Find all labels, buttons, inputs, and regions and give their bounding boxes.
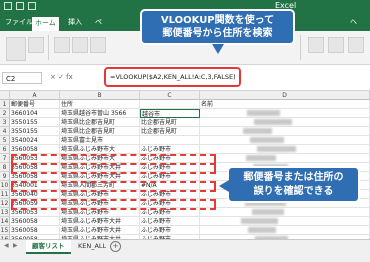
fx-icon[interactable]: × ✓ fx (50, 73, 73, 81)
callout-line: 郵便番号または住所の (243, 172, 344, 183)
cell-address[interactable]: 埼玉県ふじみ野市大井 (60, 217, 140, 226)
callout-line: 郵便番号から住所を検索 (162, 28, 273, 39)
cell-name[interactable] (200, 109, 370, 118)
error-highlight-row-6 (11, 163, 216, 174)
row-header[interactable]: 3 (0, 118, 10, 127)
cell-address[interactable]: 埼玉県ふじみ野市大井 (60, 226, 140, 235)
cell-lookup-result[interactable]: 比企郡吉見町 (140, 127, 200, 136)
column-title[interactable] (140, 100, 200, 109)
redacted-name (254, 119, 292, 125)
cell-name[interactable] (200, 127, 370, 136)
sort-icon[interactable] (308, 37, 324, 53)
find-icon[interactable] (328, 37, 344, 53)
redacted-name (243, 128, 272, 134)
sheet-tab-ken-all[interactable]: KEN_ALL (72, 240, 112, 252)
tab-insert[interactable]: 挿入 (68, 16, 82, 28)
redacted-name (257, 146, 296, 152)
cell-postal-code[interactable]: 3660104 (10, 109, 60, 118)
add-sheet-icon[interactable]: + (110, 241, 121, 252)
redacted-name (246, 155, 276, 161)
cell-name[interactable] (200, 217, 370, 226)
column-header-b[interactable]: B (60, 91, 140, 100)
cell-name[interactable] (200, 208, 370, 217)
column-header-c[interactable]: C (140, 91, 200, 100)
row-header[interactable]: 4 (0, 127, 10, 136)
redacted-name (247, 110, 280, 116)
redacted-name (248, 227, 276, 233)
cut-icon[interactable] (28, 37, 44, 53)
cell-address[interactable]: 埼玉県ふじみ野市大 (60, 145, 140, 154)
bold-icon[interactable] (54, 37, 70, 53)
callout-check: 郵便番号または住所の 誤りを確認できる (219, 166, 360, 203)
cell-name[interactable] (200, 154, 370, 163)
callout-line: VLOOKUP関数を使って (160, 15, 275, 26)
cell-address[interactable]: 埼玉県比企郡吉見町 (60, 118, 140, 127)
cell-lookup-result[interactable]: 比企郡吉見町 (140, 118, 200, 127)
cell-name[interactable] (200, 145, 370, 154)
row-header[interactable]: 8 (0, 163, 10, 172)
row-header[interactable]: 13 (0, 208, 10, 217)
undo-icon[interactable] (16, 2, 24, 10)
error-highlight-row-8 (11, 181, 216, 192)
cell-lookup-result[interactable]: ふじみ野市 (140, 145, 200, 154)
cell-postal-code[interactable]: 3550155 (10, 127, 60, 136)
cells-icon[interactable] (348, 37, 364, 53)
row-header[interactable]: 9 (0, 172, 10, 181)
cell-address[interactable]: 埼玉県比企郡吉見町 (60, 127, 140, 136)
callout-vlookup: VLOOKUP関数を使って 郵便番号から住所を検索 (140, 9, 295, 54)
tab-page-layout[interactable]: ペ (95, 16, 102, 28)
cell-address[interactable]: 埼玉県越谷市曽山 3566 (60, 109, 140, 118)
column-title[interactable]: 住所 (60, 100, 140, 109)
cell-lookup-result[interactable] (140, 136, 200, 145)
row-header[interactable]: 2 (0, 109, 10, 118)
sheet-prev-icon[interactable]: ◀ (4, 242, 9, 249)
row-header[interactable]: 11 (0, 190, 10, 199)
tab-home[interactable]: ホーム (32, 17, 59, 31)
save-icon[interactable] (4, 2, 12, 10)
row-header[interactable]: 7 (0, 154, 10, 163)
tab-help[interactable]: ヘ (350, 16, 357, 28)
sheet-tab-customers[interactable]: 顧客リスト (26, 240, 71, 254)
error-highlight-row-10 (11, 199, 216, 210)
formula-highlight: =VLOOKUP($A2,KEN_ALL!A:C,3,FALSE) (104, 67, 241, 87)
row-header[interactable]: 1 (0, 100, 10, 109)
row-header[interactable]: 12 (0, 199, 10, 208)
cell-postal-code[interactable]: 3560058 (10, 145, 60, 154)
cell-address[interactable]: 埼玉県富士見市 (60, 136, 140, 145)
row-header[interactable]: 10 (0, 181, 10, 190)
sheet-tab-bar: ◀ ▶ 顧客リスト KEN_ALL + (0, 239, 370, 262)
callout-line: 誤りを確認できる (253, 186, 334, 197)
cell-name[interactable] (200, 118, 370, 127)
cell-postal-code[interactable]: 3540024 (10, 136, 60, 145)
cell-postal-code[interactable]: 3560058 (10, 217, 60, 226)
sheet-next-icon[interactable]: ▶ (13, 242, 18, 249)
paste-icon[interactable] (6, 37, 26, 61)
column-header-d[interactable]: D (200, 91, 370, 100)
row-header[interactable]: 5 (0, 136, 10, 145)
name-box[interactable]: C2 (2, 72, 42, 84)
cell-lookup-result[interactable]: ふじみ野市 (140, 226, 200, 235)
select-all-corner[interactable] (0, 91, 10, 100)
redo-icon[interactable] (28, 2, 36, 10)
cell-name[interactable] (200, 226, 370, 235)
cell-lookup-result[interactable]: ふじみ野市 (140, 217, 200, 226)
redacted-name (252, 209, 284, 215)
cell-postal-code[interactable]: 3550155 (10, 118, 60, 127)
row-header[interactable]: 6 (0, 145, 10, 154)
row-header[interactable]: 14 (0, 217, 10, 226)
redacted-name (241, 218, 278, 224)
italic-icon[interactable] (72, 37, 88, 53)
formula-input[interactable]: =VLOOKUP($A2,KEN_ALL!A:C,3,FALSE) (110, 73, 236, 81)
column-header-a[interactable]: A (10, 91, 60, 100)
cell-postal-code[interactable]: 3560058 (10, 226, 60, 235)
column-title[interactable]: 郵便番号 (10, 100, 60, 109)
cell-lookup-result[interactable]: 越谷市 (140, 109, 200, 118)
redacted-name (250, 137, 284, 143)
cell-name[interactable] (200, 136, 370, 145)
tab-file[interactable]: ファイル (5, 16, 33, 28)
column-title[interactable]: 名前 (200, 100, 370, 109)
row-header[interactable]: 15 (0, 226, 10, 235)
underline-icon[interactable] (90, 37, 106, 53)
